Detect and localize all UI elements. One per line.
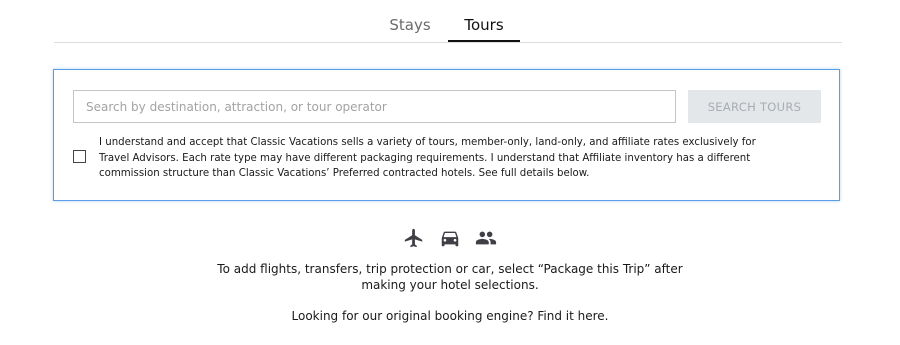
tab-stays[interactable]: Stays [372,16,448,42]
trip-extras-icons [0,227,900,249]
search-input[interactable] [73,90,676,123]
tour-search-card: SEARCH TOURS I understand and accept tha… [53,69,840,201]
agreement-checkbox[interactable] [73,150,86,163]
agreement-text: I understand and accept that Classic Vac… [99,137,756,179]
car-icon [439,227,461,249]
tab-tours[interactable]: Tours [448,16,520,42]
people-icon [475,227,497,249]
package-trip-info: To add flights, transfers, trip protecti… [0,262,900,293]
package-info-line-2: making your hotel selections. [361,277,539,292]
airplane-icon [403,227,425,249]
original-booking-engine-link[interactable]: Looking for our original booking engine?… [0,309,900,323]
tab-bar: Stays Tours [54,0,842,43]
package-info-line-1: To add flights, transfers, trip protecti… [217,262,683,276]
search-tours-button[interactable]: SEARCH TOURS [688,90,821,123]
